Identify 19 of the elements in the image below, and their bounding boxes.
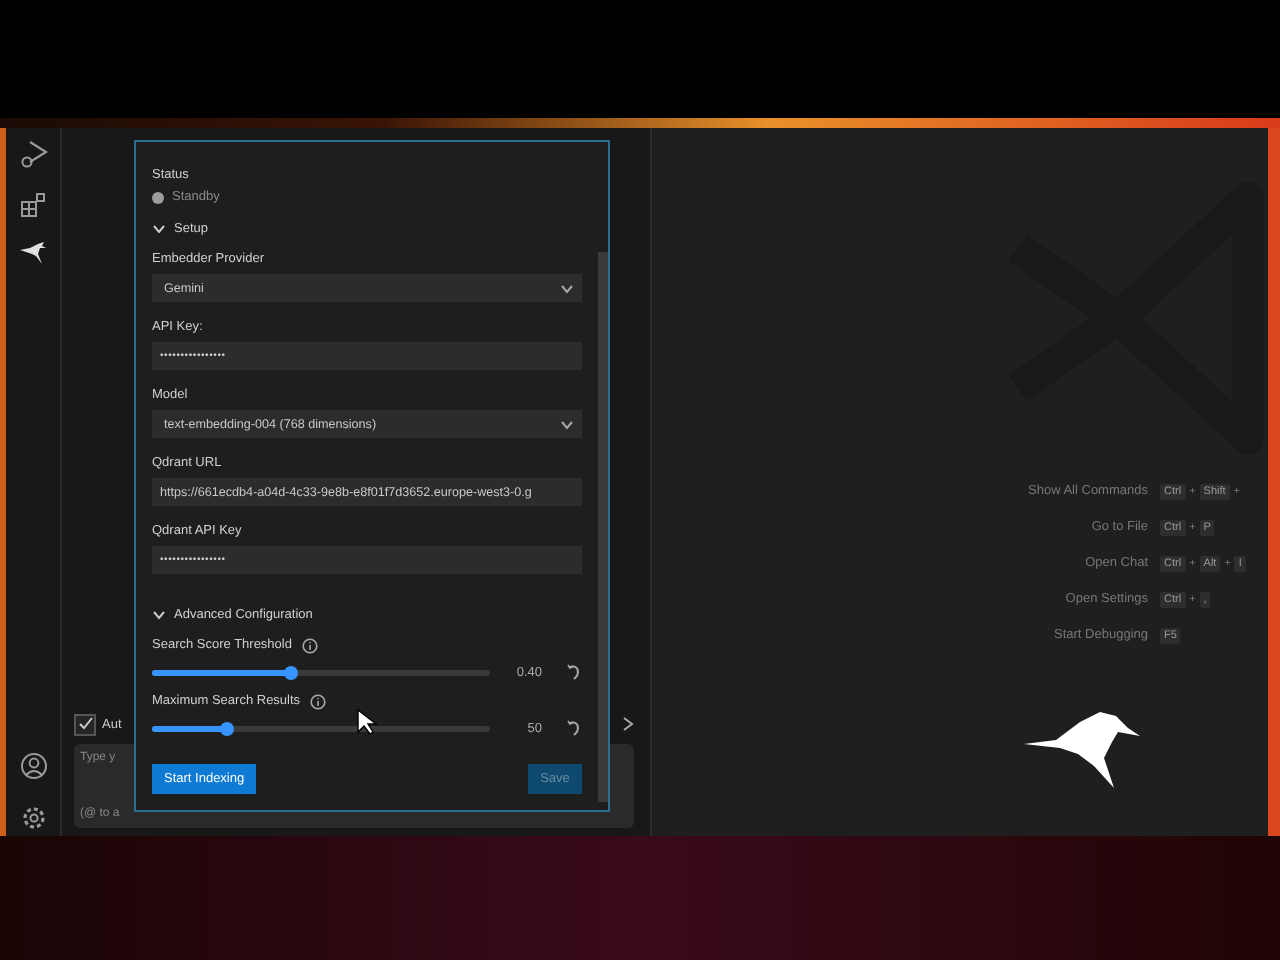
checkbox[interactable] — [74, 713, 96, 735]
reset-icon[interactable] — [566, 664, 582, 680]
account-icon[interactable] — [19, 752, 47, 780]
chevron-icon — [152, 610, 166, 620]
slider[interactable] — [152, 669, 491, 675]
slider[interactable] — [152, 725, 491, 731]
chevron-down-icon — [560, 283, 574, 293]
slider-thumb[interactable] — [284, 665, 299, 679]
reset-icon[interactable] — [566, 720, 582, 736]
chevron-icon — [152, 224, 166, 234]
chevron-down-icon — [560, 419, 574, 429]
chevron-right-icon[interactable] — [622, 716, 634, 732]
info-icon[interactable] — [310, 693, 327, 709]
info-icon[interactable] — [301, 637, 318, 653]
settings-icon[interactable] — [19, 804, 47, 832]
scrollbar[interactable] — [598, 252, 608, 802]
mouse-cursor-icon — [356, 708, 378, 736]
slider-thumb[interactable] — [220, 721, 235, 735]
extensions-icon[interactable] — [20, 192, 46, 218]
